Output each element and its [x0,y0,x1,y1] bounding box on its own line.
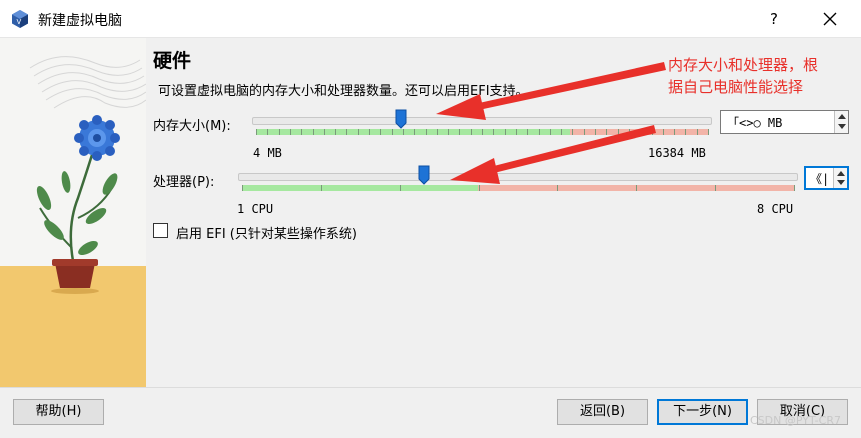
memory-spinbox-value: 「<>○ MB [727,116,783,130]
processor-spinbox[interactable]: 《| [804,166,849,190]
svg-text:V: V [17,18,22,26]
watermark: CSDN @PYT-CR7 [750,414,841,427]
processor-spin-buttons[interactable] [833,168,847,188]
memory-slider-tick [696,129,698,135]
efi-checkbox[interactable] [153,223,168,238]
memory-slider-tick [606,129,608,135]
memory-slider-tick [561,129,563,135]
memory-slider-tick [662,129,664,135]
memory-slider-tick [628,129,630,135]
memory-slider-tick [369,129,370,135]
back-button[interactable]: 返回(B) [557,399,648,425]
spin-down-icon[interactable] [837,180,845,185]
memory-slider-tick [504,129,506,135]
memory-max-label: 16384 MB [648,146,706,160]
processor-label: 处理器(P): [153,175,215,190]
memory-slider-tick [572,129,574,135]
processor-slider[interactable] [238,165,798,196]
memory-slider-tick [323,129,325,135]
memory-slider-tick [515,129,517,135]
memory-slider-tick [380,129,382,135]
processor-slider-tick [399,185,401,191]
help-title-button[interactable]: ? [752,4,796,34]
processor-slider-tick [715,185,717,191]
annotation-text: 内存大小和处理器，根 据自己电脑性能选择 [668,54,848,98]
processor-slider-tick [320,185,322,191]
memory-slider-tick [448,129,450,135]
processor-min-label: 1 CPU [237,202,274,216]
memory-slider-tick [267,129,269,135]
memory-slider-tick [346,129,348,135]
memory-label: 内存大小(M): [153,119,231,134]
processor-slider-tick [794,185,795,191]
window-title: 新建虚拟电脑 [38,13,122,29]
memory-slider-tick [256,129,257,135]
next-button[interactable]: 下一步(N) [657,399,748,425]
memory-slider-tick [357,129,359,135]
memory-slider-tick [301,129,303,135]
memory-slider-tick [617,129,619,135]
memory-slider-thumb[interactable] [395,109,407,129]
memory-slider-tick [549,129,551,135]
memory-safe-zone [256,129,570,135]
help-button[interactable]: 帮助(H) [13,399,104,425]
spin-up-icon[interactable] [838,114,846,119]
processor-spinbox-value: 《| [810,172,830,186]
processor-max-label: 8 CPU [757,202,794,216]
memory-slider-tick [436,129,438,135]
memory-slider-tick [493,129,495,135]
memory-slider-tick [640,129,642,135]
processor-safe-zone [242,185,478,191]
close-icon[interactable] [808,4,852,34]
memory-slider-track [252,117,712,125]
memory-slider-tick [402,129,404,135]
memory-slider-tick [312,129,314,135]
memory-slider-tick [425,129,427,135]
memory-slider-tick [289,129,291,135]
memory-slider-tick [278,129,280,135]
processor-slider-track [238,173,798,181]
annotation-line-1: 内存大小和处理器，根 [668,56,819,74]
memory-slider-tick [391,129,393,135]
processor-slider-tick [557,185,559,191]
memory-risk-zone [570,129,708,135]
memory-slider-tick [459,129,461,135]
title-bar: V 新建虚拟电脑 ? [0,0,861,38]
memory-slider-tick [335,129,337,135]
memory-min-label: 4 MB [253,146,282,160]
memory-slider-tick [685,129,687,135]
spin-down-icon[interactable] [838,124,846,129]
annotation-line-2: 据自己电脑性能选择 [668,78,804,96]
memory-spin-buttons[interactable] [834,111,848,133]
memory-spinbox[interactable]: 「<>○ MB [720,110,849,134]
spin-up-icon[interactable] [837,171,845,176]
memory-slider-tick [482,129,483,135]
memory-slider-tick [538,129,540,135]
memory-slider-tick [470,129,472,135]
memory-slider-tick [583,129,585,135]
memory-slider-tick [527,129,529,135]
processor-slider-tick [242,185,243,191]
efi-checkbox-label[interactable]: 启用 EFI (只针对某些操作系统) [176,223,357,242]
memory-slider[interactable] [252,109,712,140]
memory-slider-tick [651,129,653,135]
page-title: 硬件 [153,50,192,72]
memory-slider-tick [414,129,416,135]
memory-slider-tick [595,129,596,135]
virtualbox-icon: V [12,10,28,28]
page-description: 可设置虚拟电脑的内存大小和处理器数量。还可以启用EFI支持。 [158,84,529,99]
wizard-side-image [0,38,146,387]
processor-slider-tick [636,185,638,191]
memory-slider-tick [708,129,709,135]
memory-slider-tick [674,129,676,135]
footer-separator [0,387,861,388]
processor-slider-tick [478,185,480,191]
processor-slider-thumb[interactable] [418,165,430,185]
